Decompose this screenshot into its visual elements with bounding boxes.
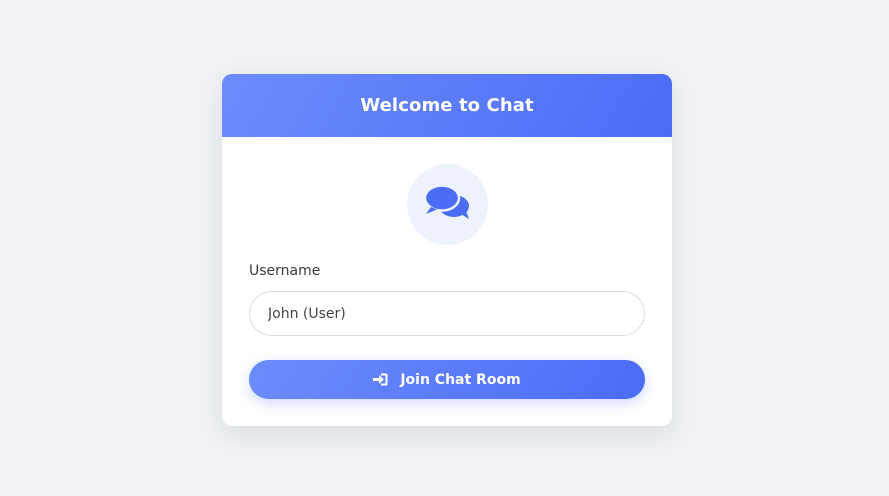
login-card: Welcome to Chat Username John (User) Joi…: [222, 74, 672, 426]
card-title: Welcome to Chat: [360, 95, 534, 116]
join-button-label: Join Chat Room: [400, 371, 521, 388]
card-body: Username Join Chat Room: [222, 137, 672, 426]
join-chat-room-button[interactable]: Join Chat Room: [249, 360, 645, 399]
username-label: Username: [249, 263, 321, 279]
username-input[interactable]: [249, 291, 645, 336]
chat-bubbles-icon: [423, 183, 473, 227]
card-header: Welcome to Chat: [222, 74, 672, 137]
sign-in-icon: [373, 373, 388, 386]
logo-circle: [407, 164, 488, 245]
